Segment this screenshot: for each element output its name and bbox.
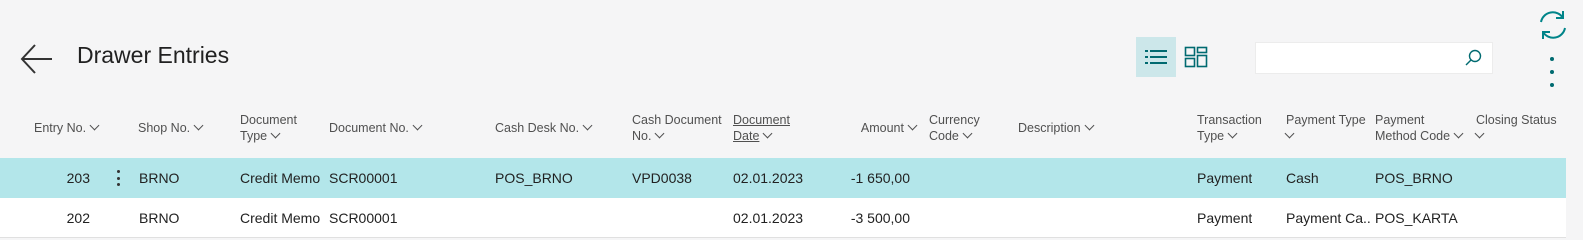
tile-view-button[interactable]	[1176, 37, 1216, 77]
column-header-shop-no[interactable]: Shop No.	[138, 120, 204, 136]
list-view-icon	[1145, 50, 1167, 64]
cell-payment-method-code: POS_BRNO	[1375, 170, 1453, 186]
column-header-document-date[interactable]: Document Date	[733, 112, 790, 144]
cell-transaction-type: Payment	[1197, 210, 1253, 226]
scroll-edge	[1566, 0, 1583, 240]
column-header-payment-method-code[interactable]: Payment Method Code	[1375, 112, 1464, 144]
column-header-amount[interactable]: Amount	[830, 120, 918, 136]
chevron-down-icon	[1284, 128, 1295, 139]
arrow-left-icon	[20, 44, 52, 74]
cell-document-no: SCR00001	[329, 170, 398, 186]
chevron-down-icon	[193, 120, 204, 131]
column-header-currency-code[interactable]: Currency Code	[929, 112, 980, 144]
column-header-cash-desk-no[interactable]: Cash Desk No.	[495, 120, 593, 136]
column-header-closing-status[interactable]: Closing Status	[1474, 112, 1557, 144]
page-title: Drawer Entries	[77, 42, 230, 68]
chevron-down-icon	[907, 120, 918, 131]
cell-entry-no: 202	[66, 210, 90, 226]
row-actions-button[interactable]	[112, 168, 124, 188]
refresh-icon	[1540, 11, 1566, 39]
column-header-cash-document-no[interactable]: Cash Document No.	[632, 112, 722, 144]
cell-document-date: 02.01.2023	[733, 210, 804, 226]
cell-cash-desk-no: POS_BRNO	[495, 170, 573, 186]
list-view-button[interactable]	[1136, 37, 1176, 77]
column-header-entry-no[interactable]: Entry No.	[34, 120, 100, 136]
refresh-button[interactable]	[1536, 8, 1570, 42]
cell-shop-no: BRNO	[139, 210, 180, 226]
cell-payment-type: Payment Ca...	[1286, 210, 1372, 226]
chevron-down-icon	[1474, 128, 1485, 139]
search-box	[1255, 42, 1493, 74]
cell-document-no: SCR00001	[329, 210, 398, 226]
chevron-down-icon	[270, 128, 281, 139]
chevron-down-icon	[582, 120, 593, 131]
tile-view-icon	[1184, 46, 1208, 68]
chevron-down-icon	[655, 128, 665, 139]
cell-payment-type: Cash	[1286, 170, 1319, 186]
chevron-down-icon	[412, 120, 423, 131]
column-header-document-no[interactable]: Document No.	[329, 120, 423, 136]
column-header-description[interactable]: Description	[1018, 120, 1094, 136]
chevron-down-icon	[1084, 120, 1094, 131]
table-row[interactable]: 203 BRNO Credit Memo SCR00001 POS_BRNO V…	[0, 158, 1566, 198]
cell-cash-document-no: VPD0038	[632, 170, 692, 186]
cell-amount: -3 500,00	[850, 210, 910, 226]
cell-document-type: Credit Memo	[240, 210, 321, 226]
cell-entry-no: 203	[66, 170, 90, 186]
cell-shop-no: BRNO	[139, 170, 180, 186]
column-header-transaction-type[interactable]: Transaction Type	[1197, 112, 1262, 144]
table-row[interactable]: 202 BRNO Credit Memo SCR00001 02.01.2023…	[0, 198, 1566, 238]
more-vertical-icon	[1550, 57, 1554, 87]
chevron-down-icon	[1453, 128, 1464, 139]
chevron-down-icon	[89, 120, 100, 131]
cell-transaction-type: Payment	[1197, 170, 1253, 186]
back-button[interactable]	[18, 40, 56, 78]
chevron-down-icon	[962, 128, 973, 139]
chevron-down-icon	[1227, 128, 1238, 139]
column-header-payment-type[interactable]: Payment Type	[1284, 112, 1366, 144]
cell-document-type: Credit Memo	[240, 170, 321, 186]
search-icon[interactable]	[1464, 49, 1482, 67]
more-actions-button[interactable]	[1542, 55, 1562, 89]
cell-document-date: 02.01.2023	[733, 170, 804, 186]
search-input[interactable]	[1256, 43, 1456, 73]
cell-amount: -1 650,00	[850, 170, 910, 186]
column-header-document-type[interactable]: Document Type	[240, 112, 297, 144]
chevron-down-icon	[762, 128, 773, 139]
cell-payment-method-code: POS_KARTA	[1375, 210, 1458, 226]
